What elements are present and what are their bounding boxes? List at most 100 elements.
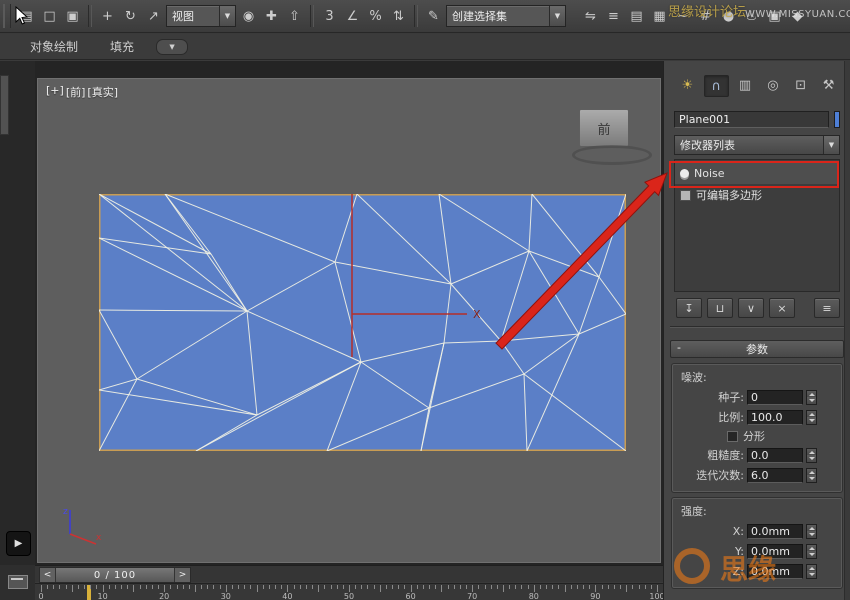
previous-frame-button[interactable]: < xyxy=(40,568,56,582)
roughness-field[interactable] xyxy=(747,448,803,463)
ruler-tick xyxy=(398,585,399,589)
object-color-swatch[interactable] xyxy=(834,111,840,128)
strength-x-spinner[interactable] xyxy=(806,524,817,539)
scale-spinner[interactable] xyxy=(806,410,817,425)
modifier-stack-item-editable-poly[interactable]: 可编辑多边形 xyxy=(675,184,839,206)
select-and-manipulate-icon[interactable]: ✚ xyxy=(260,5,283,28)
chevron-down-icon[interactable]: ▼ xyxy=(219,6,235,26)
panel-scrollbar[interactable] xyxy=(844,61,850,600)
time-slider-handle[interactable]: < 0 / 100 > xyxy=(39,567,191,583)
ruler-tick xyxy=(435,585,436,589)
viewport-tab-handle[interactable] xyxy=(0,75,9,135)
render-setup-icon[interactable]: ♨ xyxy=(740,5,763,28)
angle-snap-icon[interactable]: ∠ xyxy=(341,5,364,28)
mini-listener-icon[interactable] xyxy=(8,575,28,589)
mirror-icon[interactable]: ⇋ xyxy=(579,5,602,28)
percent-snap-icon[interactable]: % xyxy=(364,5,387,28)
tab-display[interactable]: ⊡ xyxy=(789,75,812,95)
axis-x-label: x xyxy=(96,533,102,543)
strength-y-field[interactable] xyxy=(747,544,803,559)
roughness-spinner[interactable] xyxy=(806,448,817,463)
rendered-frame-icon[interactable]: ▣ xyxy=(763,5,786,28)
keyboard-override-icon[interactable]: ⇧ xyxy=(283,5,306,28)
next-frame-button[interactable]: > xyxy=(174,568,190,582)
layer-manager-icon[interactable]: ▤ xyxy=(625,5,648,28)
named-selection-set-dropdown[interactable]: 创建选择集 ▼ xyxy=(446,5,566,27)
select-and-scale-icon[interactable]: ↗ xyxy=(142,5,165,28)
scale-field[interactable] xyxy=(747,410,803,425)
seed-spinner[interactable] xyxy=(806,390,817,405)
snap-toggle-3d-icon[interactable]: 3 xyxy=(318,5,341,28)
ruler-tick xyxy=(146,585,147,589)
front-viewport[interactable]: [+] [前] [真实] 前 X z x xyxy=(37,78,661,563)
strength-x-field[interactable] xyxy=(747,524,803,539)
parameters-rollout-header[interactable]: - 参数 xyxy=(670,340,844,358)
ruler-tick xyxy=(201,585,202,589)
svg-text:X: X xyxy=(473,308,481,321)
modifier-stack-item-noise[interactable]: Noise xyxy=(675,162,839,184)
ruler-tick xyxy=(521,585,522,589)
toolbar-drag-handle[interactable] xyxy=(3,4,11,28)
viewport-menu-general[interactable]: [+] xyxy=(46,84,64,100)
schematic-view-icon[interactable]: # xyxy=(694,5,717,28)
show-end-result-button[interactable]: ⊔ xyxy=(707,298,733,318)
render-production-icon[interactable]: ◆ xyxy=(786,5,809,28)
ribbon-minimize-button[interactable]: ▼ xyxy=(156,39,188,55)
chevron-down-icon[interactable]: ▼ xyxy=(823,136,839,154)
graphite-ribbon-icon[interactable]: ▦ xyxy=(648,5,671,28)
viewport-menu-shading[interactable]: [真实] xyxy=(87,84,118,100)
tab-motion[interactable]: ◎ xyxy=(761,75,784,95)
ruler-tick xyxy=(324,585,325,589)
make-unique-button[interactable]: ∨ xyxy=(738,298,764,318)
window-crossing-icon[interactable]: ▣ xyxy=(61,5,84,28)
tab-hierarchy[interactable]: ▥ xyxy=(734,75,757,95)
scene-explorer-flyout-button[interactable]: ▶ xyxy=(6,531,31,556)
modifier-list-dropdown[interactable]: 修改器列表 ▼ xyxy=(674,135,840,155)
ribbon-tab-populate[interactable]: 填充 xyxy=(94,34,150,59)
use-pivot-center-icon[interactable]: ◉ xyxy=(237,5,260,28)
spinner-snap-icon[interactable]: ⇅ xyxy=(387,5,410,28)
edit-named-selection-sets-icon[interactable]: ✎ xyxy=(422,5,445,28)
ruler-tick-label: 70 xyxy=(467,592,477,600)
selection-region-icon[interactable]: □ xyxy=(38,5,61,28)
modifier-on-off-bulb-icon[interactable] xyxy=(680,169,689,178)
chevron-down-icon[interactable]: ▼ xyxy=(549,6,565,26)
modifier-stack: Noise 可编辑多边形 xyxy=(674,159,840,292)
scene-explorer-icon[interactable]: ▤ xyxy=(15,5,38,28)
fractal-checkbox[interactable] xyxy=(727,431,738,442)
select-and-rotate-icon[interactable]: ↻ xyxy=(119,5,142,28)
strength-z-label: Z: xyxy=(733,565,744,578)
align-icon[interactable]: ≡ xyxy=(602,5,625,28)
reference-coordsys-dropdown[interactable]: 视图 ▼ xyxy=(166,5,236,27)
named-selection-set-value: 创建选择集 xyxy=(447,8,549,24)
strength-y-row: Y: xyxy=(673,541,841,561)
ruler-tick xyxy=(454,585,455,589)
select-and-move-icon[interactable]: + xyxy=(96,5,119,28)
strength-z-field[interactable] xyxy=(747,564,803,579)
tab-create[interactable]: ☀ xyxy=(676,75,699,95)
strength-z-spinner[interactable] xyxy=(806,564,817,579)
pin-stack-button[interactable]: ↧ xyxy=(676,298,702,318)
iterations-field[interactable] xyxy=(747,468,803,483)
tab-utilities[interactable]: ⚒ xyxy=(817,75,840,95)
curve-editor-icon[interactable]: ~ xyxy=(671,5,694,28)
configure-modifier-sets-button[interactable]: ≡ xyxy=(814,298,840,318)
rollout-collapse-icon[interactable]: - xyxy=(677,341,681,354)
modifier-stack-toolbar: ↧⊔∨× ≡ xyxy=(676,298,840,318)
material-editor-icon[interactable]: ● xyxy=(717,5,740,28)
ruler-tick xyxy=(59,585,60,589)
remove-modifier-button[interactable]: × xyxy=(769,298,795,318)
tab-modify[interactable]: ∩ xyxy=(704,75,729,97)
viewport-menu-pov[interactable]: [前] xyxy=(66,84,86,100)
time-slider-track[interactable]: < 0 / 100 > xyxy=(35,565,663,582)
iterations-spinner[interactable] xyxy=(806,468,817,483)
object-name-field[interactable] xyxy=(674,111,829,128)
plane-object[interactable]: X xyxy=(99,194,626,451)
ruler-tick xyxy=(602,585,603,589)
strength-y-spinner[interactable] xyxy=(806,544,817,559)
track-bar[interactable]: 0102030405060708090100 xyxy=(35,583,663,600)
ribbon-tab-object-paint[interactable]: 对象绘制 xyxy=(14,34,94,59)
seed-field[interactable] xyxy=(747,390,803,405)
ruler-tick xyxy=(595,585,596,592)
viewcube[interactable]: 前 xyxy=(579,109,629,147)
